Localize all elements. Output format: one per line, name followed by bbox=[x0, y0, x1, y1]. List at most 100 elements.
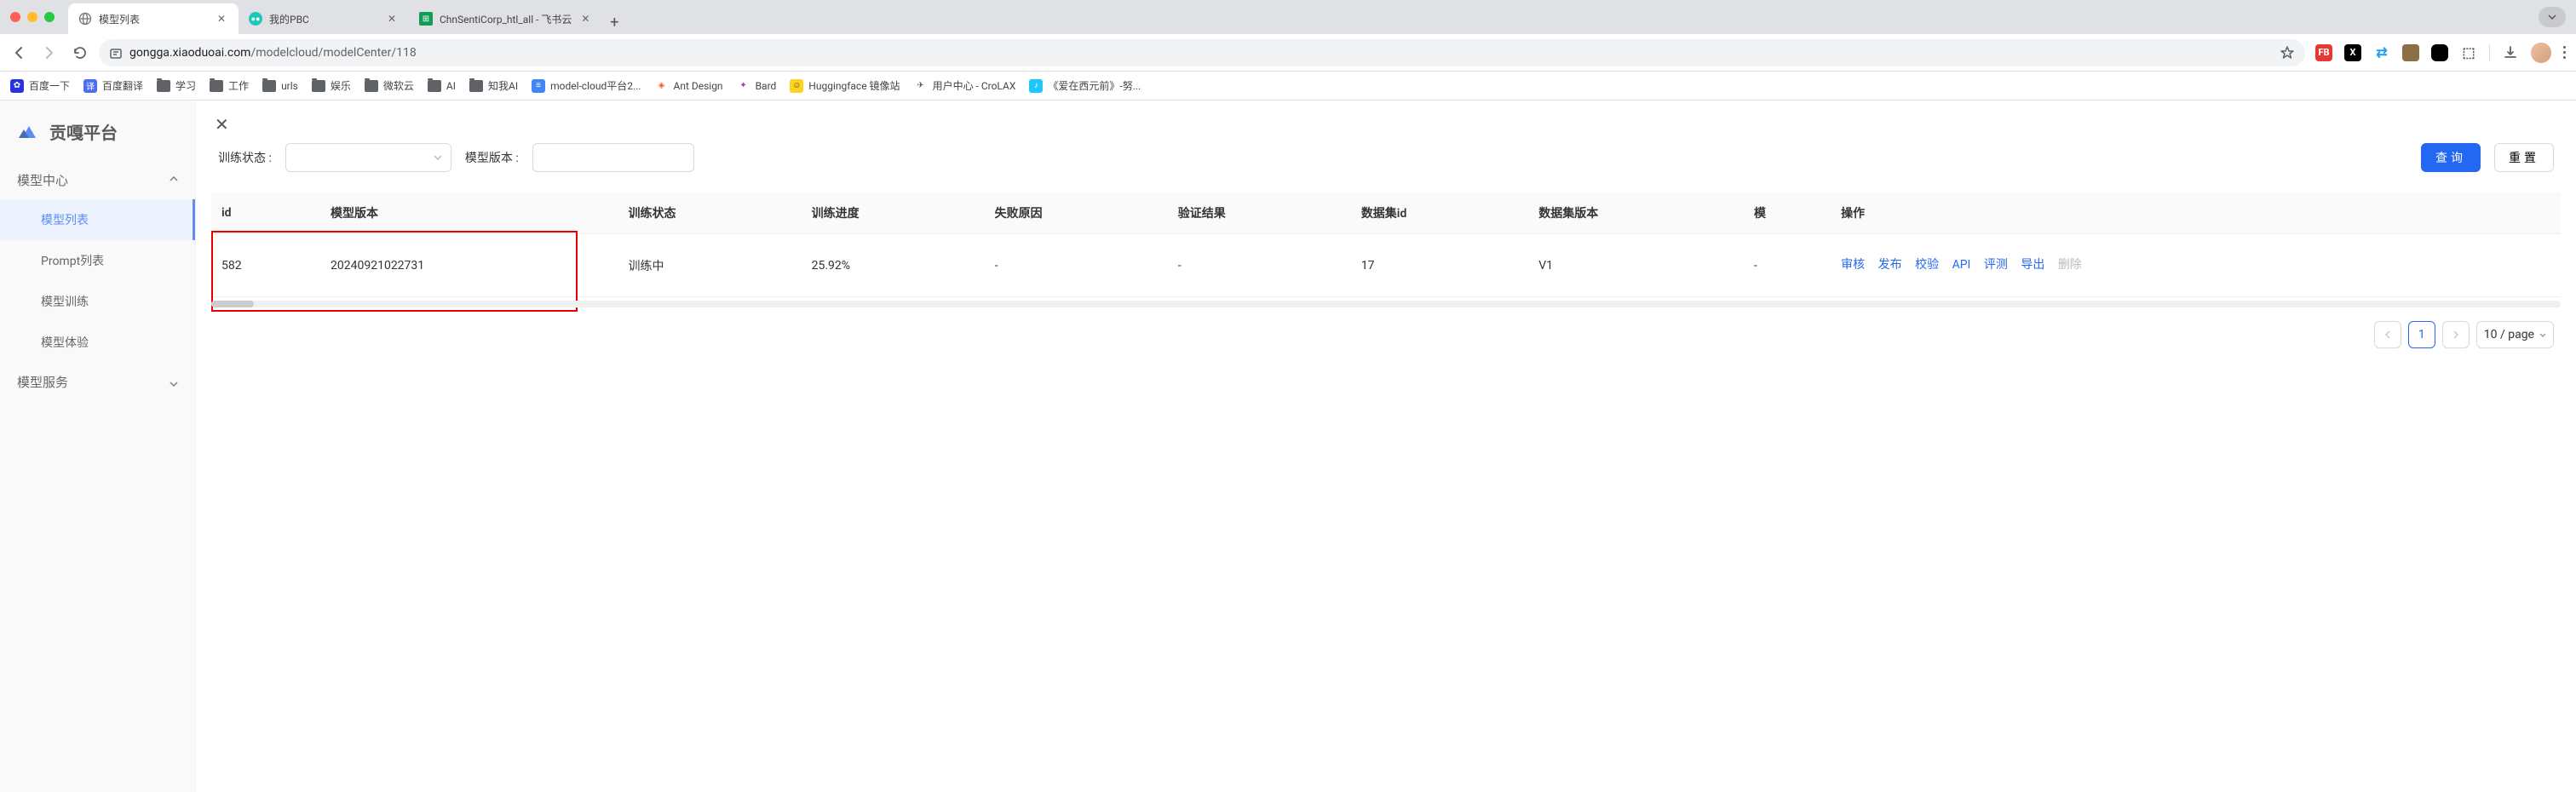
col-dataset-ver: 数据集版本 bbox=[1528, 192, 1744, 234]
folder-icon bbox=[428, 80, 441, 92]
star-icon[interactable] bbox=[2280, 45, 2295, 60]
action-verify[interactable]: 校验 bbox=[1915, 255, 1939, 276]
action-export[interactable]: 导出 bbox=[2021, 255, 2044, 276]
cell-actions: 审核 发布 校验 API 评测 导出 删除 bbox=[1831, 234, 2561, 297]
tab-title: ChnSentiCorp_htl_all - 飞书云 bbox=[440, 12, 572, 26]
new-tab-button[interactable]: + bbox=[602, 10, 626, 34]
extension-icon[interactable]: ⇄ bbox=[2373, 44, 2390, 61]
menu-group: 模型中心 模型列表 Prompt列表 模型训练 模型体验 bbox=[0, 161, 195, 363]
extensions-puzzle-icon[interactable]: ⬚ bbox=[2460, 44, 2477, 61]
menu-group: 模型服务 bbox=[0, 363, 195, 401]
logo[interactable]: 贡嘎平台 bbox=[0, 109, 195, 161]
extension-icon[interactable]: X bbox=[2344, 44, 2361, 61]
forward-icon[interactable] bbox=[41, 44, 58, 61]
col-progress: 训练进度 bbox=[802, 192, 985, 234]
minimize-window[interactable] bbox=[27, 12, 37, 22]
extension-icon[interactable]: FB bbox=[2315, 44, 2332, 61]
page-number-button[interactable]: 1 bbox=[2408, 321, 2435, 348]
bookmark-item[interactable]: 工作 bbox=[210, 78, 249, 93]
cell-verify: - bbox=[1168, 234, 1351, 297]
sidebar-item-model-train[interactable]: 模型训练 bbox=[0, 281, 195, 322]
folder-icon bbox=[469, 80, 483, 92]
toolbar-extensions: FB X ⇄ ⬚ bbox=[2315, 43, 2566, 63]
prev-page-button[interactable] bbox=[2374, 321, 2401, 348]
page-size-select[interactable]: 10 / page bbox=[2476, 321, 2554, 348]
version-input[interactable] bbox=[532, 143, 694, 172]
bookmark-item[interactable]: 娱乐 bbox=[312, 78, 351, 93]
tab-close-icon[interactable]: ✕ bbox=[578, 12, 592, 26]
menu-header-model-center[interactable]: 模型中心 bbox=[0, 161, 195, 199]
action-delete[interactable]: 删除 bbox=[2058, 255, 2082, 276]
address-bar[interactable]: gongga.xiaoduoai.com/modelcloud/modelCen… bbox=[99, 39, 2305, 66]
browser-tab[interactable]: ⊞ ChnSentiCorp_htl_all - 飞书云 ✕ bbox=[409, 3, 602, 34]
bookmark-icon: ✿ bbox=[10, 79, 24, 93]
page-content: 贡嘎平台 模型中心 模型列表 Prompt列表 模型训练 模型体验 模型服务 bbox=[0, 100, 2576, 792]
bookmark-item[interactable]: ≡model-cloud平台2... bbox=[532, 78, 641, 93]
bookmark-icon: ◈ bbox=[654, 79, 668, 93]
scroll-thumb[interactable] bbox=[211, 301, 254, 307]
action-api[interactable]: API bbox=[1952, 255, 1971, 276]
browser-tab[interactable]: 模型列表 ✕ bbox=[68, 3, 239, 34]
bookmark-item[interactable]: 微软云 bbox=[365, 78, 414, 93]
bookmarks-bar: ✿百度一下 译百度翻译 学习 工作 urls 娱乐 微软云 AI 知我AI ≡m… bbox=[0, 72, 2576, 100]
action-publish[interactable]: 发布 bbox=[1878, 255, 1902, 276]
folder-icon bbox=[157, 80, 170, 92]
folder-icon bbox=[365, 80, 378, 92]
bookmark-item[interactable]: 知我AI bbox=[469, 78, 518, 93]
bookmark-item[interactable]: AI bbox=[428, 80, 456, 92]
sidebar-item-model-list[interactable]: 模型列表 bbox=[0, 199, 195, 240]
table-container: id 模型版本 训练状态 训练进度 失败原因 验证结果 数据集id 数据集版本 … bbox=[211, 192, 2561, 297]
bookmark-item[interactable]: ✦Bard bbox=[737, 79, 777, 93]
extension-icon[interactable] bbox=[2402, 44, 2419, 61]
maximize-window[interactable] bbox=[44, 12, 55, 22]
menu-header-model-service[interactable]: 模型服务 bbox=[0, 363, 195, 401]
bookmark-item[interactable]: 译百度翻译 bbox=[83, 78, 143, 93]
tab-close-icon[interactable]: ✕ bbox=[215, 12, 228, 26]
browser-tab[interactable]: ●● 我的PBC ✕ bbox=[239, 3, 409, 34]
reload-icon[interactable] bbox=[72, 44, 89, 61]
bookmark-item[interactable]: urls bbox=[262, 80, 298, 92]
query-button[interactable]: 查询 bbox=[2421, 143, 2481, 172]
action-eval[interactable]: 评测 bbox=[1984, 255, 2008, 276]
filter-bar: 训练状态 : 模型版本 : 查询 重置 bbox=[211, 100, 2561, 192]
bookmark-item[interactable]: ☺Huggingface 镜像站 bbox=[790, 78, 900, 93]
sidebar-item-prompt-list[interactable]: Prompt列表 bbox=[0, 240, 195, 281]
window-controls bbox=[10, 12, 55, 22]
tab-close-icon[interactable]: ✕ bbox=[385, 12, 399, 26]
col-fail: 失败原因 bbox=[985, 192, 1168, 234]
cell-truncated: - bbox=[1744, 234, 1831, 297]
downloads-icon[interactable] bbox=[2502, 44, 2519, 61]
bookmark-icon: ✈ bbox=[914, 79, 928, 93]
bookmark-item[interactable]: ✿百度一下 bbox=[10, 78, 70, 93]
bookmark-item[interactable]: ♪《爱在西元前》-努... bbox=[1029, 78, 1141, 93]
col-actions: 操作 bbox=[1831, 192, 2561, 234]
horizontal-scrollbar[interactable] bbox=[211, 301, 2561, 307]
model-table: id 模型版本 训练状态 训练进度 失败原因 验证结果 数据集id 数据集版本 … bbox=[211, 192, 2561, 297]
bookmark-item[interactable]: ✈用户中心 - CroLAX bbox=[914, 78, 1016, 93]
folder-icon bbox=[312, 80, 325, 92]
globe-icon bbox=[78, 12, 92, 26]
tabs-dropdown[interactable] bbox=[2539, 7, 2566, 27]
chat-icon: ●● bbox=[249, 12, 262, 26]
status-select[interactable] bbox=[285, 143, 451, 172]
bookmark-item[interactable]: 学习 bbox=[157, 78, 196, 93]
extension-icon[interactable] bbox=[2431, 44, 2448, 61]
folder-icon bbox=[262, 80, 276, 92]
close-icon[interactable]: ✕ bbox=[215, 114, 229, 135]
browser-menu-icon[interactable] bbox=[2563, 46, 2566, 59]
col-dataset-id: 数据集id bbox=[1351, 192, 1528, 234]
site-info-icon[interactable] bbox=[109, 46, 123, 60]
next-page-button[interactable] bbox=[2442, 321, 2470, 348]
pagination: 1 10 / page bbox=[211, 307, 2561, 362]
sidebar-item-model-experience[interactable]: 模型体验 bbox=[0, 322, 195, 363]
bookmark-icon: ✦ bbox=[737, 79, 750, 93]
close-window[interactable] bbox=[10, 12, 20, 22]
reset-button[interactable]: 重置 bbox=[2494, 143, 2554, 172]
col-verify: 验证结果 bbox=[1168, 192, 1351, 234]
logo-icon bbox=[17, 123, 41, 141]
browser-toolbar: gongga.xiaoduoai.com/modelcloud/modelCen… bbox=[0, 34, 2576, 72]
bookmark-item[interactable]: ◈Ant Design bbox=[654, 79, 722, 93]
profile-avatar[interactable] bbox=[2531, 43, 2551, 63]
back-icon[interactable] bbox=[10, 44, 27, 61]
action-audit[interactable]: 审核 bbox=[1841, 255, 1865, 276]
